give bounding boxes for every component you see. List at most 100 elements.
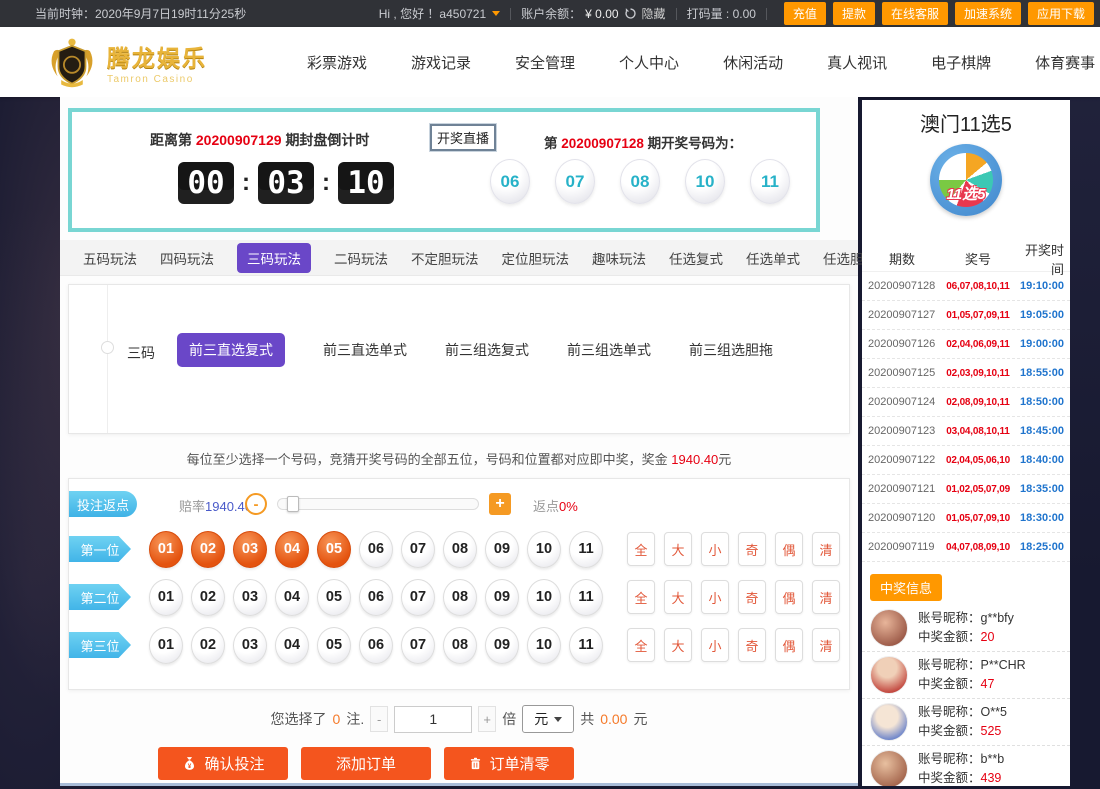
topbar-button[interactable]: 应用下载: [1027, 2, 1094, 25]
number-ball[interactable]: 02: [191, 626, 225, 664]
quick-button[interactable]: 小: [701, 628, 729, 662]
number-ball[interactable]: 03: [233, 530, 267, 568]
topbar-button[interactable]: 加速系统: [954, 2, 1021, 25]
quick-button[interactable]: 奇: [738, 628, 766, 662]
topbar-button[interactable]: 提款: [832, 2, 875, 25]
number-ball[interactable]: 01: [149, 530, 183, 568]
quick-button[interactable]: 偶: [775, 580, 803, 614]
number-ball[interactable]: 06: [359, 626, 393, 664]
number-ball[interactable]: 03: [233, 578, 267, 616]
quick-button[interactable]: 偶: [775, 532, 803, 566]
number-ball[interactable]: 09: [485, 578, 519, 616]
nav-item[interactable]: 游戏记录: [411, 52, 471, 73]
slider-plus-button[interactable]: +: [489, 493, 511, 515]
unit-select[interactable]: 元: [522, 705, 575, 733]
number-ball[interactable]: 05: [317, 578, 351, 616]
number-ball[interactable]: 07: [401, 530, 435, 568]
chevron-down-icon[interactable]: [492, 11, 501, 16]
subtab-item[interactable]: 前三直选单式: [323, 340, 407, 360]
number-ball[interactable]: 03: [233, 626, 267, 664]
number-ball[interactable]: 08: [443, 626, 477, 664]
stepper-minus-button[interactable]: -: [370, 706, 389, 732]
quick-button[interactable]: 全: [627, 580, 655, 614]
number-ball[interactable]: 07: [401, 626, 435, 664]
nav-item[interactable]: 个人中心: [619, 52, 679, 73]
quick-button[interactable]: 小: [701, 580, 729, 614]
user-greeting[interactable]: Hi , 您好 ！a450721: [379, 5, 486, 22]
stepper-plus-button[interactable]: +: [478, 706, 497, 732]
tab-item[interactable]: 五码玩法: [83, 248, 137, 268]
tab-item[interactable]: 任选复式: [669, 248, 723, 268]
quick-button[interactable]: 奇: [738, 580, 766, 614]
number-ball[interactable]: 06: [359, 578, 393, 616]
tab-item[interactable]: 任选单式: [746, 248, 800, 268]
quick-button[interactable]: 清: [812, 532, 840, 566]
tab-item[interactable]: 二码玩法: [334, 248, 388, 268]
quick-button[interactable]: 大: [664, 532, 692, 566]
number-ball[interactable]: 04: [275, 578, 309, 616]
tab-item[interactable]: 不定胆玩法: [411, 248, 479, 268]
tab-item[interactable]: 三码玩法: [237, 242, 311, 273]
number-ball[interactable]: 08: [443, 578, 477, 616]
quick-button[interactable]: 大: [664, 580, 692, 614]
number-ball[interactable]: 10: [527, 530, 561, 568]
number-ball[interactable]: 01: [149, 626, 183, 664]
number-ball[interactable]: 10: [527, 578, 561, 616]
nav-item[interactable]: 休闲活动: [723, 52, 783, 73]
number-ball[interactable]: 04: [275, 530, 309, 568]
number-ball[interactable]: 11: [569, 530, 603, 568]
history-rows: 20200907128 06,07,08,10,11 19:10:00 2020090…: [862, 272, 1070, 562]
number-ball[interactable]: 10: [527, 626, 561, 664]
refresh-icon[interactable]: [624, 7, 637, 20]
quick-button[interactable]: 全: [627, 532, 655, 566]
slider-minus-button[interactable]: -: [245, 493, 267, 515]
quick-button[interactable]: 清: [812, 628, 840, 662]
confirm-bet-button[interactable]: ¥ 确认投注: [158, 747, 288, 780]
number-ball[interactable]: 01: [149, 578, 183, 616]
result-ball: 11: [750, 159, 790, 204]
number-ball[interactable]: 08: [443, 530, 477, 568]
nav-item[interactable]: 彩票游戏: [307, 52, 367, 73]
clear-order-button[interactable]: 订单清零: [444, 747, 574, 780]
number-ball[interactable]: 02: [191, 578, 225, 616]
total-suffix: 元: [633, 711, 648, 727]
tab-item[interactable]: 四码玩法: [160, 248, 214, 268]
nav-item[interactable]: 真人视讯: [827, 52, 887, 73]
subtab-item[interactable]: 前三组选单式: [567, 340, 651, 360]
subtab-item[interactable]: 前三组选复式: [445, 340, 529, 360]
topbar-button[interactable]: 充值: [783, 2, 826, 25]
number-ball[interactable]: 02: [191, 530, 225, 568]
number-ball[interactable]: 11: [569, 578, 603, 616]
quick-button[interactable]: 小: [701, 532, 729, 566]
quick-button[interactable]: 偶: [775, 628, 803, 662]
quick-button[interactable]: 大: [664, 628, 692, 662]
nav-item[interactable]: 电子棋牌: [931, 52, 991, 73]
rebate-slider-handle[interactable]: [287, 496, 299, 512]
nav-item[interactable]: 安全管理: [515, 52, 575, 73]
topbar-button[interactable]: 在线客服: [881, 2, 948, 25]
quick-button[interactable]: 全: [627, 628, 655, 662]
rebate-badge: 投注返点: [69, 491, 137, 517]
number-ball[interactable]: 05: [317, 530, 351, 568]
multiplier-input[interactable]: [394, 705, 473, 733]
add-order-button[interactable]: 添加订单: [301, 747, 431, 780]
number-ball[interactable]: 05: [317, 626, 351, 664]
tab-item[interactable]: 趣味玩法: [592, 248, 646, 268]
number-ball[interactable]: 06: [359, 530, 393, 568]
nav-item[interactable]: 体育赛事: [1035, 52, 1095, 73]
number-ball[interactable]: 07: [401, 578, 435, 616]
number-ball[interactable]: 11: [569, 626, 603, 664]
subtab-item[interactable]: 前三直选复式: [177, 333, 285, 367]
hide-balance-link[interactable]: 隐藏: [642, 5, 666, 22]
brand-logo[interactable]: 腾龙娱乐 Tamron Casino: [45, 35, 207, 89]
number-ball[interactable]: 09: [485, 530, 519, 568]
subtab-item[interactable]: 前三组选胆拖: [689, 340, 773, 360]
live-draw-button[interactable]: 开奖直播: [428, 123, 498, 152]
rebate-slider-track[interactable]: [277, 496, 479, 512]
number-ball[interactable]: 09: [485, 626, 519, 664]
balance-value: ¥ 0.00: [585, 6, 619, 21]
quick-button[interactable]: 清: [812, 580, 840, 614]
quick-button[interactable]: 奇: [738, 532, 766, 566]
number-ball[interactable]: 04: [275, 626, 309, 664]
tab-item[interactable]: 定位胆玩法: [502, 248, 570, 268]
